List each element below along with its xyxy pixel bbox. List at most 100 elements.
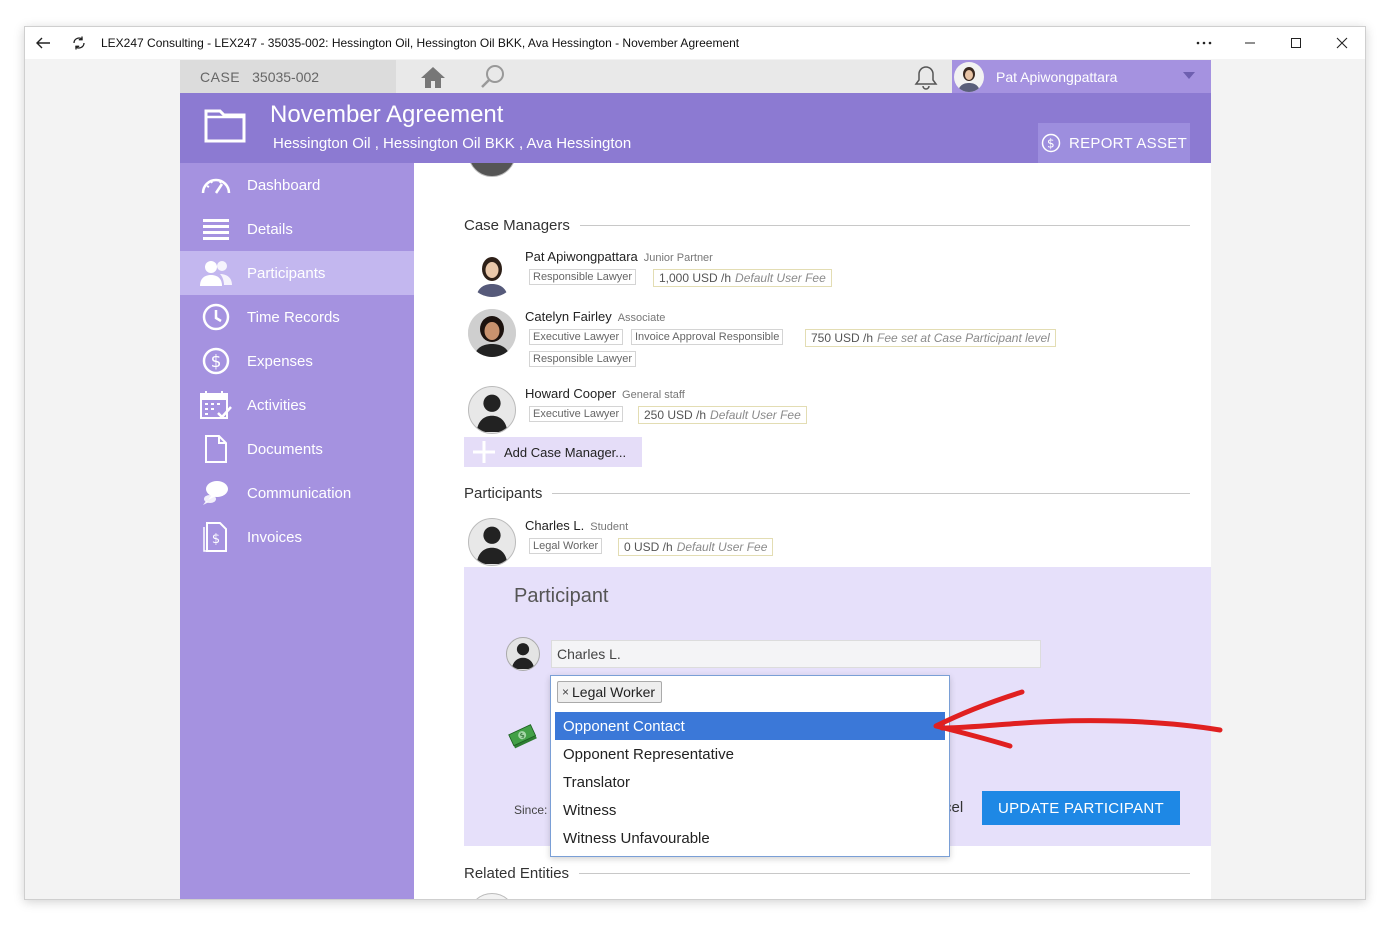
window-title: LEX247 Consulting - LEX247 - 35035-002: … <box>101 36 740 50</box>
add-case-manager-button[interactable]: Add Case Manager... <box>464 437 642 467</box>
person-silhouette-icon <box>476 526 508 564</box>
case-number: 35035-002 <box>252 68 320 85</box>
folder-icon <box>204 105 246 148</box>
selected-role-chip[interactable]: × Legal Worker <box>557 681 663 703</box>
name-text: Charles L. <box>525 518 585 533</box>
name-text: Pat Apiwongpattara <box>525 249 638 264</box>
dropdown-option[interactable]: Witness <box>555 796 945 824</box>
minimize-button[interactable] <box>1227 27 1273 59</box>
sidebar-item-label: Details <box>247 220 293 238</box>
role-tag: Executive Lawyer <box>529 406 624 422</box>
role-tag: Invoice Approval Responsible <box>631 329 784 345</box>
person-name: Charles L. Student <box>525 518 628 533</box>
gauge-icon <box>200 169 232 201</box>
fee-value: 1,000 USD /h <box>659 271 732 285</box>
user-menu[interactable]: Pat Apiwongpattara <box>952 60 1211 93</box>
sidebar-item-label: Expenses <box>247 352 313 370</box>
minimize-icon <box>1245 42 1255 44</box>
participant-role-dropdown[interactable]: × Legal Worker Opponent Contact Opponent… <box>550 675 950 857</box>
annotation-arrow-icon <box>933 689 1223 749</box>
sidebar-item-label: Time Records <box>247 308 340 326</box>
dropdown-option[interactable]: Opponent Contact <box>555 712 945 740</box>
money-icon: $ <box>508 723 538 756</box>
person-name: Catelyn Fairley Associate <box>525 309 665 324</box>
fee-value: 250 USD /h <box>644 408 707 422</box>
case-indicator: CASE 35035-002 <box>180 60 396 93</box>
bell-icon <box>914 66 938 90</box>
home-button[interactable] <box>420 65 446 94</box>
fee-badge: 1,000 USD /h Default User Fee <box>653 269 832 287</box>
close-icon <box>1336 37 1348 49</box>
plus-icon <box>473 441 495 463</box>
section-title: Related Entities <box>464 865 570 882</box>
sidebar-item-dashboard[interactable]: Dashboard <box>180 163 414 207</box>
home-icon <box>421 67 445 88</box>
participant-name-field[interactable]: Charles L. <box>551 640 1041 668</box>
section-title: Case Managers <box>464 217 570 234</box>
remove-tag-icon[interactable]: × <box>562 685 569 699</box>
user-photo-icon <box>476 257 508 297</box>
sidebar-item-activities[interactable]: Activities <box>180 383 414 427</box>
search-icon <box>481 65 504 88</box>
invoice-icon: $ <box>200 521 232 553</box>
fee-value: 750 USD /h <box>811 331 874 345</box>
maximize-button[interactable] <box>1273 27 1319 59</box>
case-clients: Hessington Oil , Hessington Oil BKK , Av… <box>273 135 632 152</box>
sidebar-item-participants[interactable]: Participants <box>180 251 414 295</box>
person-role: Student <box>590 521 629 533</box>
sidebar-item-time-records[interactable]: Time Records <box>180 295 414 339</box>
fee-note: Default User Fee <box>735 271 826 285</box>
page-title: November Agreement <box>270 101 504 128</box>
person-silhouette-icon <box>511 643 535 669</box>
back-button[interactable] <box>25 27 61 59</box>
fee-badge: 0 USD /h Default User Fee <box>618 538 774 556</box>
user-name: Pat Apiwongpattara <box>996 68 1118 85</box>
dollar-circle-icon: $ <box>1041 133 1061 153</box>
document-icon <box>200 433 232 465</box>
sidebar-item-communication[interactable]: Communication <box>180 471 414 515</box>
selected-role-label: Legal Worker <box>572 684 656 700</box>
sidebar-item-details[interactable]: Details <box>180 207 414 251</box>
name-text: Howard Cooper <box>525 386 617 401</box>
sidebar-item-expenses[interactable]: $ Expenses <box>180 339 414 383</box>
section-related-entities: Related Entities <box>464 865 1190 882</box>
role-tag: Responsible Lawyer <box>529 269 637 285</box>
sidebar: Dashboard Details Participants Time Reco… <box>180 163 414 899</box>
sidebar-item-invoices[interactable]: $ Invoices <box>180 515 414 559</box>
avatar <box>468 309 516 357</box>
dropdown-option[interactable]: Witness Unfavourable <box>555 824 945 852</box>
search-button[interactable] <box>480 64 506 95</box>
user-photo-icon <box>958 66 980 92</box>
sidebar-item-label: Participants <box>247 264 326 282</box>
person-role: Junior Partner <box>643 252 713 264</box>
sidebar-item-label: Communication <box>247 484 352 502</box>
role-tag: Executive Lawyer <box>529 329 624 345</box>
fee-note: Default User Fee <box>676 540 768 554</box>
refresh-button[interactable] <box>61 27 97 59</box>
dollar-circle-icon: $ <box>200 345 232 377</box>
sidebar-item-label: Activities <box>247 396 307 414</box>
refresh-icon <box>73 36 85 50</box>
close-button[interactable] <box>1319 27 1365 59</box>
svg-text:$: $ <box>211 352 222 372</box>
report-asset-button[interactable]: $ REPORT ASSET <box>1038 123 1190 163</box>
fee-value: 0 USD /h <box>624 540 673 554</box>
back-arrow-icon <box>36 37 50 49</box>
maximize-icon <box>1291 38 1301 48</box>
partial-avatar <box>468 163 516 177</box>
calendar-check-icon <box>200 389 232 421</box>
sidebar-item-documents[interactable]: Documents <box>180 427 414 471</box>
avatar <box>468 249 516 297</box>
list-icon <box>200 213 232 245</box>
people-icon <box>200 257 232 289</box>
update-participant-button[interactable]: UPDATE PARTICIPANT <box>982 791 1180 825</box>
more-button[interactable] <box>1181 27 1227 59</box>
notifications-button[interactable] <box>914 64 938 95</box>
dropdown-option[interactable]: Translator <box>555 768 945 796</box>
fee-badge: 250 USD /h Default User Fee <box>638 406 807 424</box>
title-bar: LEX247 Consulting - LEX247 - 35035-002: … <box>25 27 1365 59</box>
clock-icon <box>200 301 232 333</box>
section-participants: Participants <box>464 485 1190 502</box>
dropdown-option[interactable]: Opponent Representative <box>555 740 945 768</box>
panel-title: Participant <box>514 585 609 607</box>
